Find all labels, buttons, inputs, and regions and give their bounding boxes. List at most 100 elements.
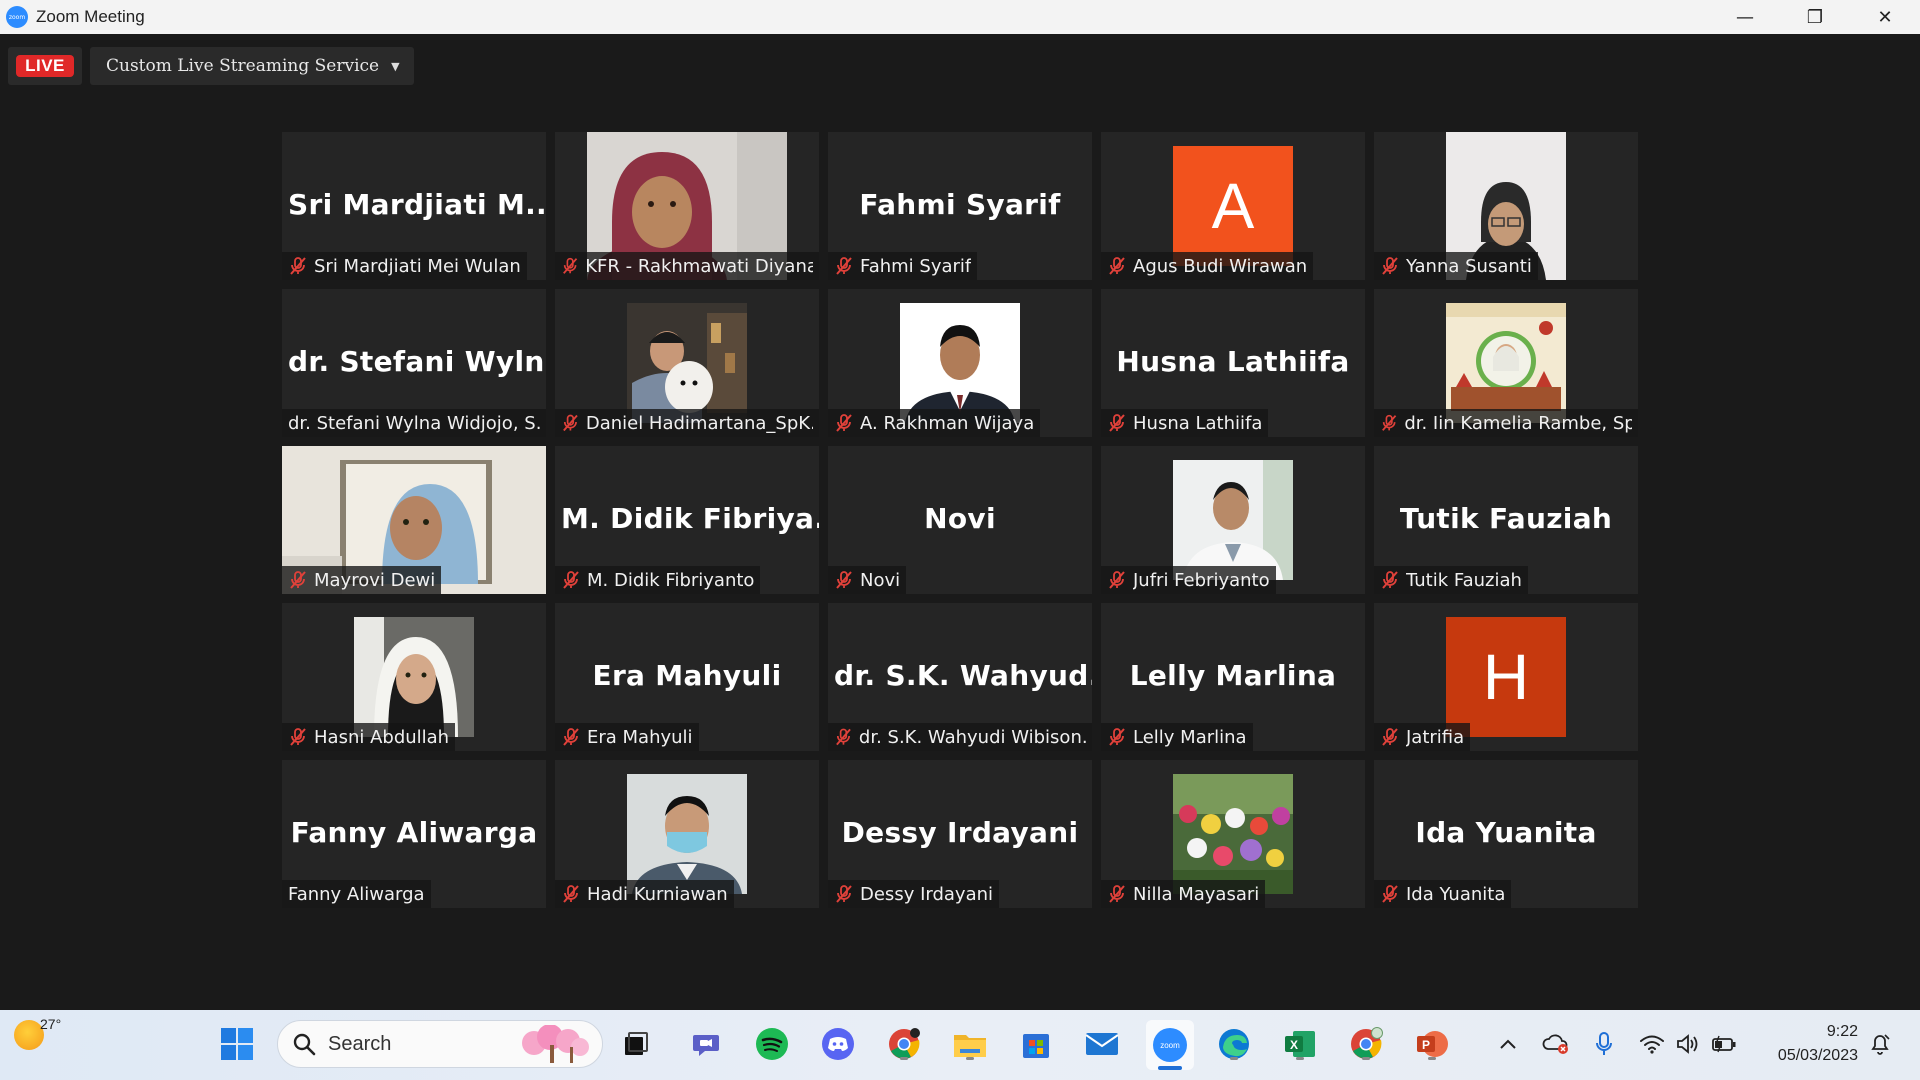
- participant-display-name: Novi: [924, 502, 996, 535]
- microphone-button[interactable]: [1590, 1030, 1618, 1058]
- participant-name-bar: Husna Lathiifa: [1101, 409, 1269, 437]
- caret-down-icon: ▼: [391, 59, 400, 73]
- participant-name: Agus Budi Wirawan: [1133, 255, 1308, 277]
- wifi-button[interactable]: [1638, 1030, 1666, 1058]
- participant-name-bar: Nilla Mayasari: [1101, 880, 1266, 908]
- chevron-up-icon: [1500, 1039, 1516, 1049]
- participant-tile[interactable]: dr. Iin Kamelia Rambe, Sp...: [1374, 289, 1638, 437]
- battery-charging-icon: [1712, 1035, 1736, 1053]
- participant-tile[interactable]: Yanna Susanti: [1374, 132, 1638, 280]
- meeting-area: LIVE Custom Live Streaming Service ▼ Sri…: [0, 34, 1920, 1010]
- participant-tile[interactable]: Hadi Kurniawan: [555, 760, 819, 908]
- participant-name-bar: Era Mahyuli: [555, 723, 699, 751]
- participant-tile[interactable]: A Agus Budi Wirawan: [1101, 132, 1365, 280]
- notifications-button[interactable]: [1866, 1030, 1894, 1058]
- file-explorer-button[interactable]: [950, 1024, 990, 1064]
- zoom-taskbar-button[interactable]: zoom: [1146, 1020, 1194, 1070]
- participant-tile[interactable]: Novi Novi: [828, 446, 1092, 594]
- participant-tile[interactable]: Fanny Aliwarga Fanny Aliwarga: [282, 760, 546, 908]
- participant-name-bar: Hasni Abdullah: [282, 723, 456, 751]
- active-indicator: [1158, 1066, 1182, 1070]
- participant-tile[interactable]: Hasni Abdullah: [282, 603, 546, 751]
- muted-mic-icon: [1109, 728, 1125, 746]
- participant-name: dr. Iin Kamelia Rambe, Sp...: [1404, 412, 1632, 434]
- powerpoint-button[interactable]: P: [1412, 1024, 1452, 1064]
- microsoft-store-button[interactable]: [1016, 1024, 1056, 1064]
- cloud-error-icon: [1542, 1034, 1568, 1054]
- chrome-profile-icon: [1351, 1027, 1383, 1059]
- participant-name-bar: Dessy Irdayani: [828, 880, 1000, 908]
- participant-avatar: H: [1446, 617, 1566, 737]
- running-indicator: [1362, 1057, 1370, 1060]
- cherry-blossom-icon: [522, 1025, 589, 1063]
- participant-tile[interactable]: Mayrovi Dewi: [282, 446, 546, 594]
- discord-button[interactable]: [818, 1024, 858, 1064]
- participant-name-bar: KFR - Rakhmawati Diyana...: [555, 252, 819, 280]
- participant-tile[interactable]: H Jatrifia: [1374, 603, 1638, 751]
- mail-button[interactable]: [1082, 1024, 1122, 1064]
- participant-tile[interactable]: dr. S.K. Wahyud... dr. S.K. Wahyudi Wibis…: [828, 603, 1092, 751]
- window-title-bar[interactable]: zoom Zoom Meeting — ❐ ✕: [0, 0, 1920, 34]
- participant-name-bar: Ida Yuanita: [1374, 880, 1512, 908]
- participant-tile[interactable]: Husna Lathiifa Husna Lathiifa: [1101, 289, 1365, 437]
- volume-button[interactable]: [1674, 1030, 1702, 1058]
- stream-service-dropdown[interactable]: Custom Live Streaming Service ▼: [90, 47, 414, 85]
- participant-name-bar: Sri Mardjiati Mei Wulan: [282, 252, 527, 280]
- participant-tile[interactable]: Tutik Fauziah Tutik Fauziah: [1374, 446, 1638, 594]
- muted-mic-icon: [1382, 414, 1397, 431]
- participant-tile[interactable]: Jufri Febriyanto: [1101, 446, 1365, 594]
- muted-mic-icon: [1109, 885, 1125, 903]
- running-indicator: [1230, 1057, 1238, 1060]
- taskbar-search-box[interactable]: Search: [277, 1020, 603, 1068]
- show-hidden-icons-button[interactable]: [1494, 1030, 1522, 1058]
- start-icon: [221, 1028, 253, 1060]
- participant-tile[interactable]: M. Didik Fibriya... M. Didik Fibriyanto: [555, 446, 819, 594]
- chrome-icon: [889, 1028, 920, 1059]
- microphone-icon: [1596, 1032, 1612, 1055]
- minimize-button[interactable]: —: [1710, 0, 1780, 34]
- excel-button[interactable]: X: [1280, 1024, 1320, 1064]
- task-view-button[interactable]: [616, 1024, 656, 1064]
- weather-widget[interactable]: 27°: [14, 1016, 61, 1050]
- participant-name: A. Rakhman Wijaya: [860, 412, 1035, 434]
- teams-button[interactable]: [686, 1024, 726, 1064]
- live-indicator[interactable]: LIVE: [8, 47, 82, 85]
- wifi-icon: [1640, 1035, 1664, 1054]
- restore-button[interactable]: ❐: [1780, 0, 1850, 34]
- close-icon: ✕: [1877, 6, 1893, 28]
- participant-tile[interactable]: Era Mahyuli Era Mahyuli: [555, 603, 819, 751]
- participant-name: Daniel Hadimartana_SpK...: [585, 412, 813, 434]
- participant-name: dr. Stefani Wylna Widjojo, S...: [288, 412, 540, 434]
- weather-temp: 27°: [40, 1016, 62, 1032]
- participant-tile[interactable]: dr. Stefani Wyln... dr. Stefani Wylna Wid…: [282, 289, 546, 437]
- clock-date: 05/03/2023: [1777, 1047, 1858, 1064]
- participant-tile[interactable]: KFR - Rakhmawati Diyana...: [555, 132, 819, 280]
- participant-display-name: Fahmi Syarif: [859, 188, 1061, 221]
- participant-tile[interactable]: Nilla Mayasari: [1101, 760, 1365, 908]
- powerpoint-icon: P: [1417, 1031, 1448, 1057]
- chrome-button[interactable]: [884, 1024, 924, 1064]
- participant-tile[interactable]: Dessy Irdayani Dessy Irdayani: [828, 760, 1092, 908]
- chrome-profile-button[interactable]: [1346, 1024, 1386, 1064]
- participant-tile[interactable]: Lelly Marlina Lelly Marlina: [1101, 603, 1365, 751]
- close-button[interactable]: ✕: [1850, 0, 1920, 34]
- participant-name-bar: Fanny Aliwarga: [282, 880, 431, 908]
- spotify-button[interactable]: [752, 1024, 792, 1064]
- taskbar-clock[interactable]: 9:22 05/03/2023: [1778, 1020, 1858, 1068]
- participant-tile[interactable]: A. Rakhman Wijaya: [828, 289, 1092, 437]
- muted-mic-icon: [563, 728, 579, 746]
- participant-display-name: Lelly Marlina: [1129, 659, 1337, 692]
- participant-name: Hadi Kurniawan: [587, 883, 728, 905]
- volume-icon: [1677, 1034, 1698, 1054]
- edge-button[interactable]: [1214, 1024, 1254, 1064]
- participant-name: Sri Mardjiati Mei Wulan: [314, 255, 521, 277]
- start-button[interactable]: [217, 1024, 257, 1064]
- running-indicator: [1428, 1057, 1436, 1060]
- participant-tile[interactable]: Fahmi Syarif Fahmi Syarif: [828, 132, 1092, 280]
- onedrive-button[interactable]: [1542, 1030, 1570, 1058]
- participant-tile[interactable]: Daniel Hadimartana_SpK...: [555, 289, 819, 437]
- participant-tile[interactable]: Sri Mardjiati M... Sri Mardjiati Mei Wula…: [282, 132, 546, 280]
- minimize-icon: —: [1736, 6, 1754, 28]
- battery-button[interactable]: [1710, 1030, 1738, 1058]
- participant-tile[interactable]: Ida Yuanita Ida Yuanita: [1374, 760, 1638, 908]
